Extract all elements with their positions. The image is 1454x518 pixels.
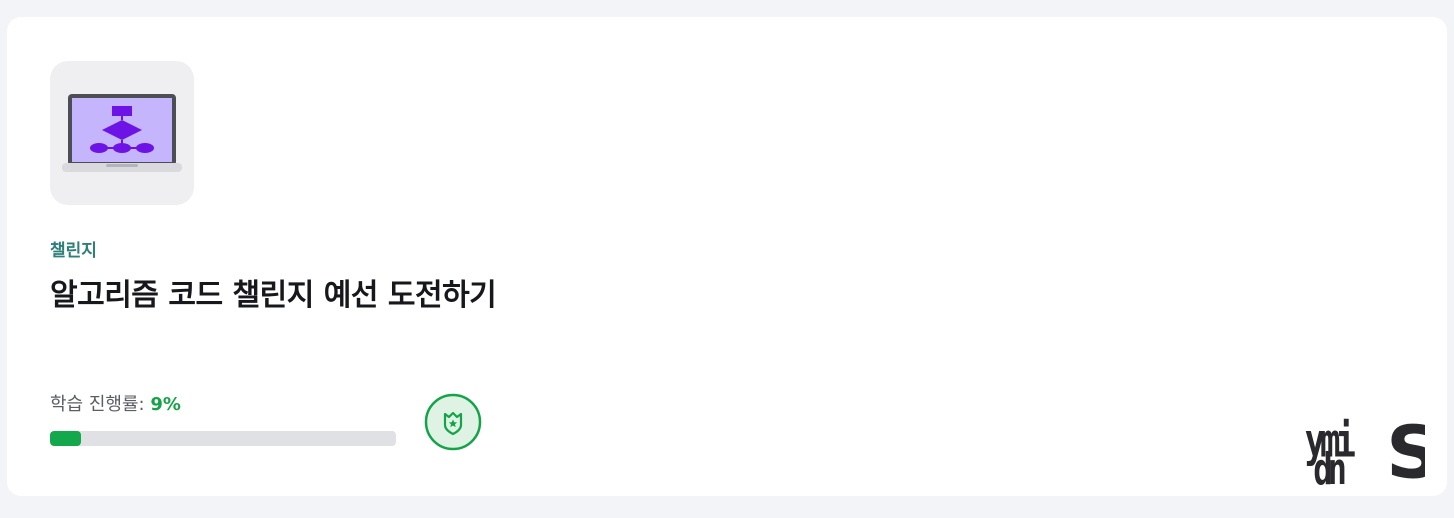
course-category: 챌린지 <box>50 241 97 261</box>
progress-label: 학습 진행률: 9% <box>50 392 181 418</box>
progress-bar-fill <box>50 431 82 446</box>
brand-logo: ymi dn S <box>1303 411 1441 495</box>
flowchart-laptop-icon <box>62 94 182 172</box>
progress-bar <box>50 431 396 446</box>
svg-text:dn: dn <box>1313 444 1345 487</box>
course-title[interactable]: 알고리즘 코드 챌린지 예선 도전하기 <box>50 275 497 317</box>
shield-star-badge-icon[interactable] <box>424 393 482 451</box>
svg-text:S: S <box>1386 415 1425 487</box>
course-card[interactable]: 챌린지 알고리즘 코드 챌린지 예선 도전하기 학습 진행률: 9% ymi d… <box>7 17 1447 496</box>
progress-label-text: 학습 진행률: <box>50 394 145 415</box>
progress-percent: 9% <box>150 394 181 415</box>
course-thumbnail <box>50 61 194 205</box>
